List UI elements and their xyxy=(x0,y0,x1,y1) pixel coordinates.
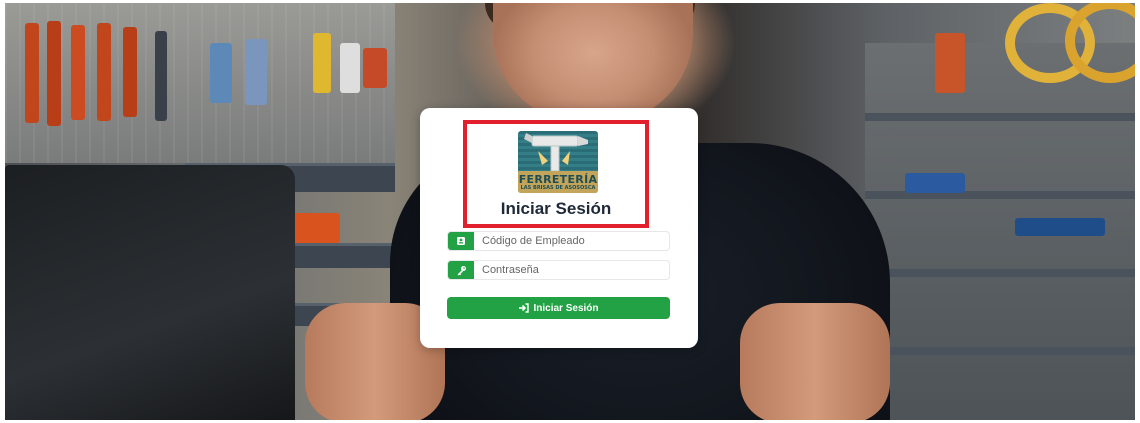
password-input[interactable] xyxy=(474,261,669,279)
right-arm xyxy=(740,303,890,420)
pegboard-wall xyxy=(5,3,395,163)
password-field xyxy=(447,260,670,280)
employee-code-field xyxy=(447,231,670,251)
login-button[interactable]: Iniciar Sesión xyxy=(447,297,670,319)
sign-in-icon xyxy=(519,303,530,313)
employee-code-input[interactable] xyxy=(474,232,669,250)
id-card-icon xyxy=(448,232,474,250)
person-face xyxy=(493,3,693,123)
key-icon xyxy=(448,261,474,279)
login-button-label: Iniciar Sesión xyxy=(533,302,599,314)
highlight-box xyxy=(463,120,649,228)
computer-monitor xyxy=(5,165,295,420)
